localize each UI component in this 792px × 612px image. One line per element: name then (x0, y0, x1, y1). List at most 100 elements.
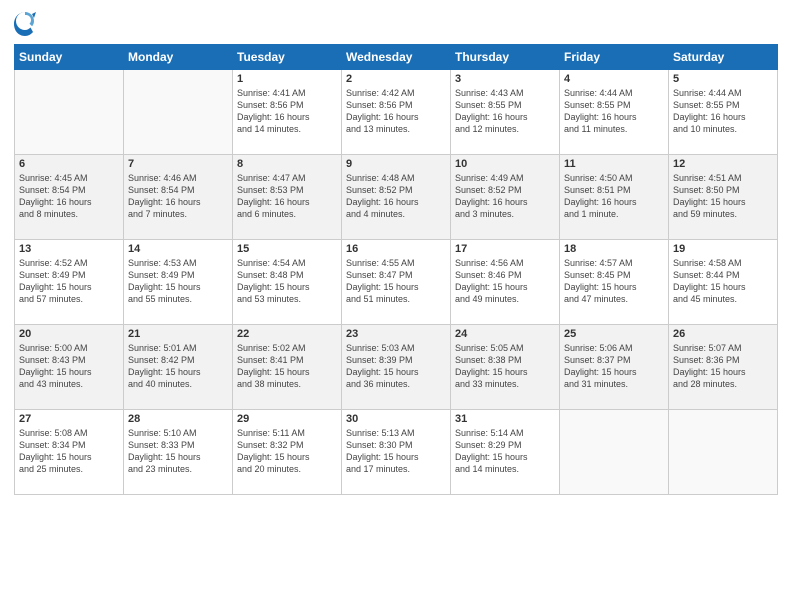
day-number: 1 (237, 73, 337, 85)
day-info: Sunrise: 5:10 AM Sunset: 8:33 PM Dayligh… (128, 427, 228, 476)
calendar-page: SundayMondayTuesdayWednesdayThursdayFrid… (0, 0, 792, 612)
week-row-4: 20 Sunrise: 5:00 AM Sunset: 8:43 PM Dayli… (15, 325, 778, 410)
day-number: 31 (455, 413, 555, 425)
day-number: 30 (346, 413, 446, 425)
calendar-cell (560, 410, 669, 495)
day-number: 12 (673, 158, 773, 170)
day-info: Sunrise: 5:13 AM Sunset: 8:30 PM Dayligh… (346, 427, 446, 476)
day-info: Sunrise: 5:00 AM Sunset: 8:43 PM Dayligh… (19, 342, 119, 391)
day-number: 14 (128, 243, 228, 255)
calendar-cell: 14Sunrise: 4:53 AM Sunset: 8:49 PM Dayli… (124, 240, 233, 325)
day-number: 21 (128, 328, 228, 340)
day-info: Sunrise: 4:54 AM Sunset: 8:48 PM Dayligh… (237, 257, 337, 306)
week-row-2: 6 Sunrise: 4:45 AM Sunset: 8:54 PM Daylig… (15, 155, 778, 240)
day-number: 19 (673, 243, 773, 255)
day-info: Sunrise: 5:11 AM Sunset: 8:32 PM Dayligh… (237, 427, 337, 476)
day-number: 5 (673, 73, 773, 85)
day-header-sunday: Sunday (15, 45, 124, 70)
day-info: Sunrise: 4:45 AM Sunset: 8:54 PM Dayligh… (19, 172, 119, 221)
day-info: Sunrise: 5:05 AM Sunset: 8:38 PM Dayligh… (455, 342, 555, 391)
day-info: Sunrise: 4:50 AM Sunset: 8:51 PM Dayligh… (564, 172, 664, 221)
calendar-cell: 10 Sunrise: 4:49 AM Sunset: 8:52 PM Dayli… (451, 155, 560, 240)
day-info: Sunrise: 4:44 AM Sunset: 8:55 PM Dayligh… (564, 87, 664, 136)
day-number: 20 (19, 328, 119, 340)
day-info: Sunrise: 5:01 AM Sunset: 8:42 PM Dayligh… (128, 342, 228, 391)
day-number: 26 (673, 328, 773, 340)
day-info: Sunrise: 4:57 AM Sunset: 8:45 PM Dayligh… (564, 257, 664, 306)
calendar-cell: 13 Sunrise: 4:52 AM Sunset: 8:49 PM Dayli… (15, 240, 124, 325)
calendar-cell: 8 Sunrise: 4:47 AM Sunset: 8:53 PM Daylig… (233, 155, 342, 240)
day-header-thursday: Thursday (451, 45, 560, 70)
calendar-cell: 27 Sunrise: 5:08 AM Sunset: 8:34 PM Dayli… (15, 410, 124, 495)
calendar-cell: 4 Sunrise: 4:44 AM Sunset: 8:55 PM Daylig… (560, 70, 669, 155)
calendar-cell: 6 Sunrise: 4:45 AM Sunset: 8:54 PM Daylig… (15, 155, 124, 240)
day-info: Sunrise: 4:44 AM Sunset: 8:55 PM Dayligh… (673, 87, 773, 136)
day-number: 8 (237, 158, 337, 170)
day-number: 11 (564, 158, 664, 170)
day-number: 25 (564, 328, 664, 340)
week-row-3: 13 Sunrise: 4:52 AM Sunset: 8:49 PM Dayli… (15, 240, 778, 325)
logo (14, 10, 39, 38)
day-number: 18 (564, 243, 664, 255)
day-number: 17 (455, 243, 555, 255)
day-header-wednesday: Wednesday (342, 45, 451, 70)
day-header-saturday: Saturday (669, 45, 778, 70)
logo-icon (14, 10, 36, 38)
day-info: Sunrise: 5:02 AM Sunset: 8:41 PM Dayligh… (237, 342, 337, 391)
calendar-cell (15, 70, 124, 155)
day-info: Sunrise: 5:14 AM Sunset: 8:29 PM Dayligh… (455, 427, 555, 476)
calendar-cell: 7 Sunrise: 4:46 AM Sunset: 8:54 PM Daylig… (124, 155, 233, 240)
day-info: Sunrise: 4:42 AM Sunset: 8:56 PM Dayligh… (346, 87, 446, 136)
day-number: 27 (19, 413, 119, 425)
calendar-table: SundayMondayTuesdayWednesdayThursdayFrid… (14, 44, 778, 495)
calendar-cell: 25Sunrise: 5:06 AM Sunset: 8:37 PM Dayli… (560, 325, 669, 410)
day-number: 9 (346, 158, 446, 170)
calendar-cell: 31 Sunrise: 5:14 AM Sunset: 8:29 PM Dayli… (451, 410, 560, 495)
calendar-cell: 19Sunrise: 4:58 AM Sunset: 8:44 PM Dayli… (669, 240, 778, 325)
calendar-cell: 12 Sunrise: 4:51 AM Sunset: 8:50 PM Dayli… (669, 155, 778, 240)
calendar-cell: 30 Sunrise: 5:13 AM Sunset: 8:30 PM Dayli… (342, 410, 451, 495)
day-info: Sunrise: 5:08 AM Sunset: 8:34 PM Dayligh… (19, 427, 119, 476)
calendar-cell (124, 70, 233, 155)
calendar-cell: 23Sunrise: 5:03 AM Sunset: 8:39 PM Dayli… (342, 325, 451, 410)
day-number: 4 (564, 73, 664, 85)
calendar-cell: 17 Sunrise: 4:56 AM Sunset: 8:46 PM Dayli… (451, 240, 560, 325)
day-info: Sunrise: 4:55 AM Sunset: 8:47 PM Dayligh… (346, 257, 446, 306)
day-number: 29 (237, 413, 337, 425)
calendar-cell: 26 Sunrise: 5:07 AM Sunset: 8:36 PM Dayli… (669, 325, 778, 410)
calendar-cell: 3Sunrise: 4:43 AM Sunset: 8:55 PM Daylig… (451, 70, 560, 155)
day-number: 7 (128, 158, 228, 170)
day-number: 23 (346, 328, 446, 340)
calendar-cell: 28Sunrise: 5:10 AM Sunset: 8:33 PM Dayli… (124, 410, 233, 495)
day-info: Sunrise: 4:41 AM Sunset: 8:56 PM Dayligh… (237, 87, 337, 136)
day-info: Sunrise: 4:47 AM Sunset: 8:53 PM Dayligh… (237, 172, 337, 221)
day-info: Sunrise: 4:56 AM Sunset: 8:46 PM Dayligh… (455, 257, 555, 306)
calendar-cell: 5 Sunrise: 4:44 AM Sunset: 8:55 PM Daylig… (669, 70, 778, 155)
day-info: Sunrise: 4:52 AM Sunset: 8:49 PM Dayligh… (19, 257, 119, 306)
calendar-cell (669, 410, 778, 495)
day-info: Sunrise: 4:49 AM Sunset: 8:52 PM Dayligh… (455, 172, 555, 221)
week-row-5: 27 Sunrise: 5:08 AM Sunset: 8:34 PM Dayli… (15, 410, 778, 495)
day-header-monday: Monday (124, 45, 233, 70)
day-number: 3 (455, 73, 555, 85)
day-number: 6 (19, 158, 119, 170)
calendar-cell: 11 Sunrise: 4:50 AM Sunset: 8:51 PM Dayli… (560, 155, 669, 240)
calendar-cell: 20 Sunrise: 5:00 AM Sunset: 8:43 PM Dayli… (15, 325, 124, 410)
calendar-cell: 1 Sunrise: 4:41 AM Sunset: 8:56 PM Daylig… (233, 70, 342, 155)
day-info: Sunrise: 4:46 AM Sunset: 8:54 PM Dayligh… (128, 172, 228, 221)
calendar-cell: 16Sunrise: 4:55 AM Sunset: 8:47 PM Dayli… (342, 240, 451, 325)
calendar-cell: 22Sunrise: 5:02 AM Sunset: 8:41 PM Dayli… (233, 325, 342, 410)
calendar-cell: 18 Sunrise: 4:57 AM Sunset: 8:45 PM Dayli… (560, 240, 669, 325)
header (14, 10, 778, 38)
calendar-cell: 15 Sunrise: 4:54 AM Sunset: 8:48 PM Dayli… (233, 240, 342, 325)
day-info: Sunrise: 4:48 AM Sunset: 8:52 PM Dayligh… (346, 172, 446, 221)
day-number: 13 (19, 243, 119, 255)
day-info: Sunrise: 4:51 AM Sunset: 8:50 PM Dayligh… (673, 172, 773, 221)
calendar-cell: 9 Sunrise: 4:48 AM Sunset: 8:52 PM Daylig… (342, 155, 451, 240)
day-number: 10 (455, 158, 555, 170)
day-number: 15 (237, 243, 337, 255)
calendar-cell: 24Sunrise: 5:05 AM Sunset: 8:38 PM Dayli… (451, 325, 560, 410)
day-info: Sunrise: 5:07 AM Sunset: 8:36 PM Dayligh… (673, 342, 773, 391)
day-number: 2 (346, 73, 446, 85)
days-header-row: SundayMondayTuesdayWednesdayThursdayFrid… (15, 45, 778, 70)
